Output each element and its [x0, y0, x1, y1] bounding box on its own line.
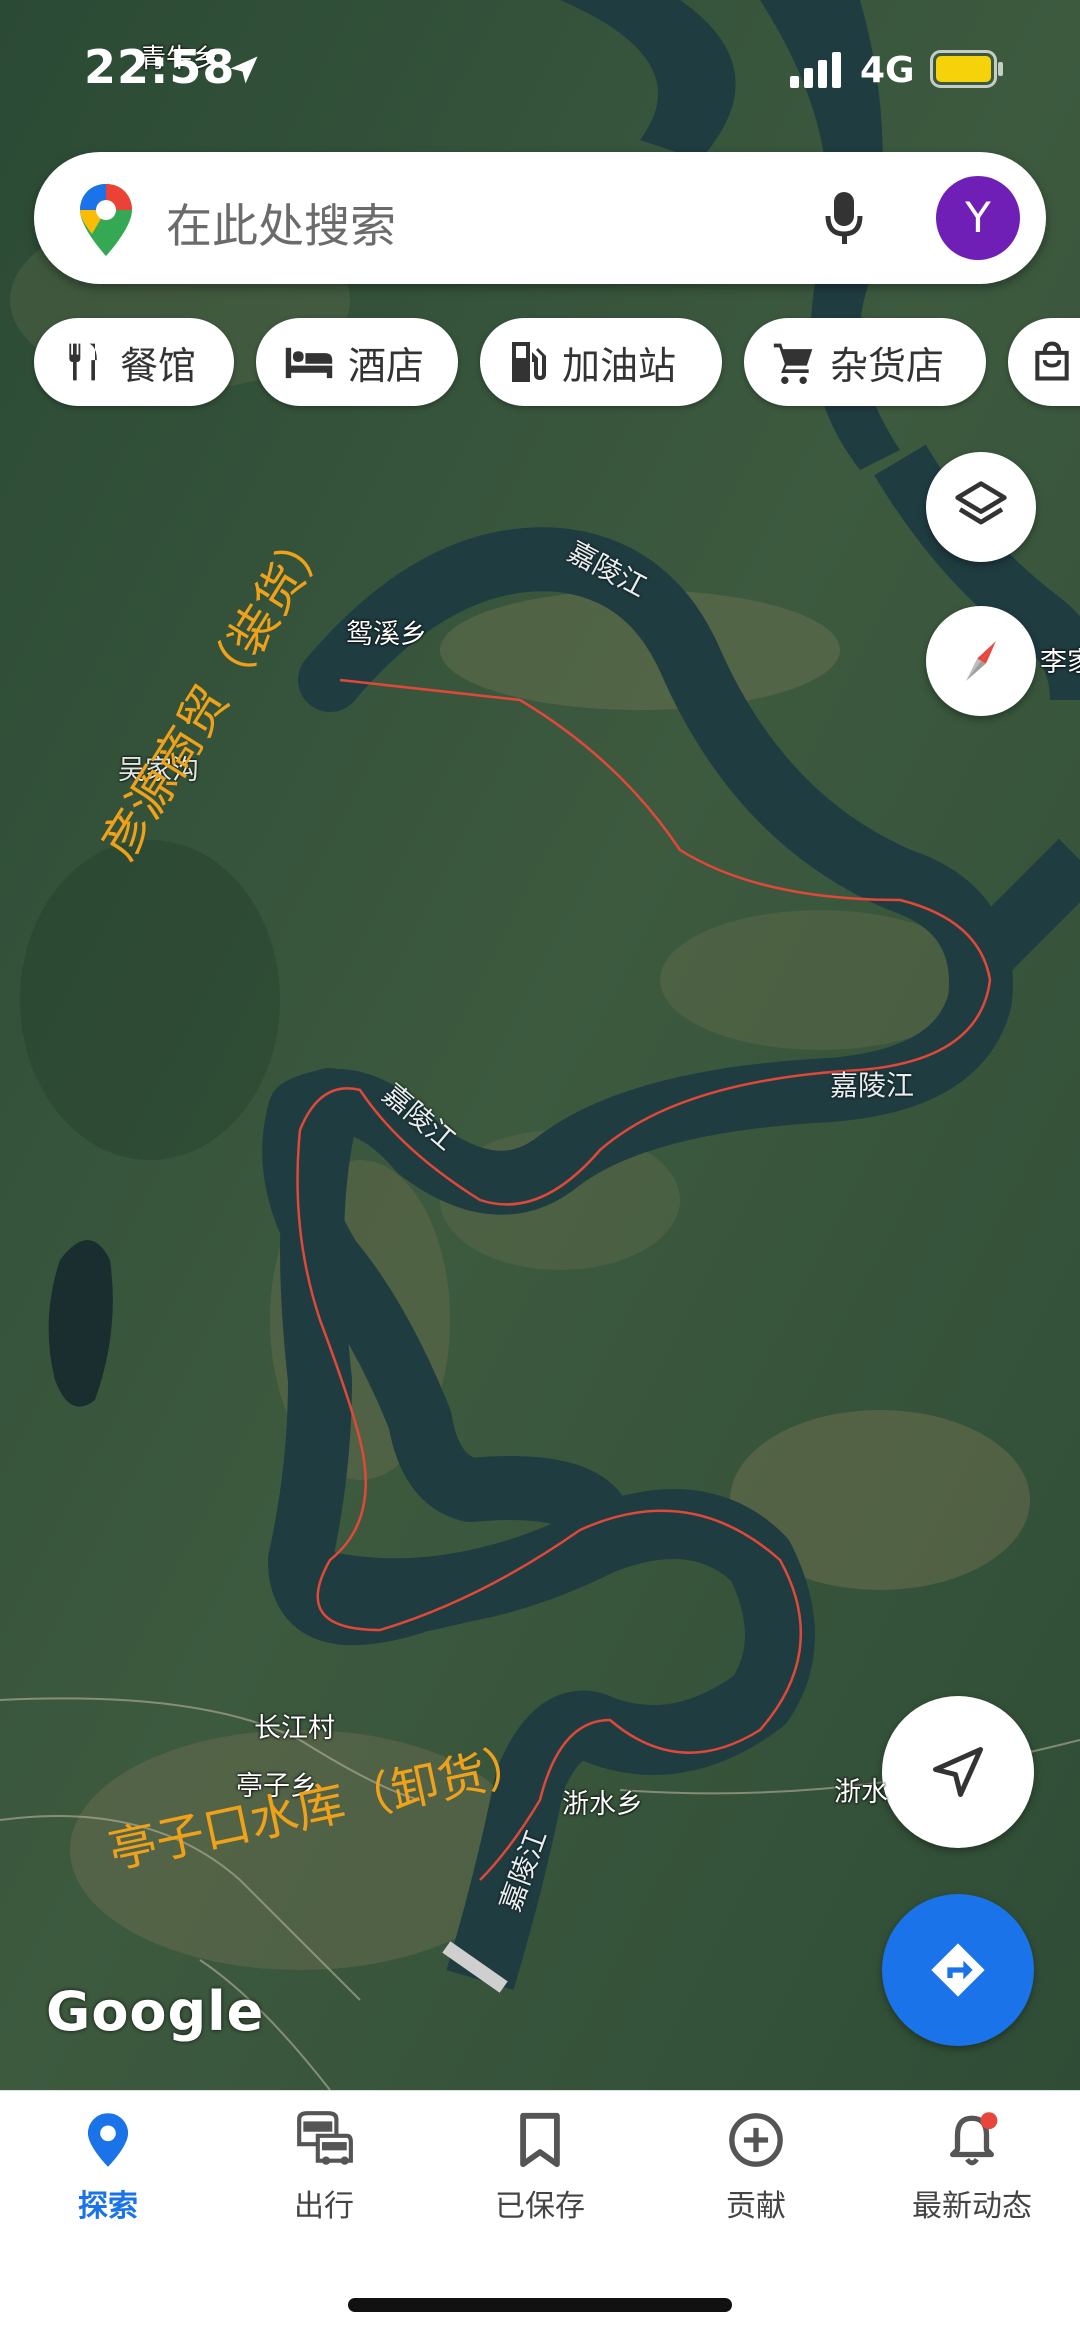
account-avatar[interactable]: Y — [936, 176, 1020, 260]
google-maps-pin-icon — [80, 184, 132, 256]
nav-label: 已保存 — [495, 2189, 585, 2224]
nav-label: 探索 — [78, 2189, 138, 2224]
chip-groceries[interactable]: 杂货店 — [744, 318, 986, 406]
map-label-changjiang-village: 长江村 — [254, 1713, 335, 1744]
compass-icon — [966, 641, 996, 681]
nav-label: 贡献 — [726, 2189, 786, 2224]
layers-button[interactable] — [926, 452, 1036, 562]
map-label-yuanxi: 鸳溪乡 — [346, 619, 427, 650]
google-logo: Google — [46, 1980, 265, 2043]
chip-label: 餐馆 — [120, 343, 197, 388]
restaurant-icon — [69, 343, 97, 381]
layers-icon — [955, 481, 1007, 525]
nav-label: 出行 — [294, 2189, 354, 2224]
compass-button[interactable] — [926, 606, 1036, 716]
microphone-icon[interactable] — [824, 190, 864, 246]
chip-hotels[interactable]: 酒店 — [256, 318, 458, 406]
network-type: 4G — [860, 50, 915, 91]
hotel-icon — [285, 347, 333, 379]
nav-updates[interactable]: 最新动态 — [864, 2111, 1080, 2225]
chip-label: 杂货店 — [830, 343, 945, 388]
explore-pin-icon — [87, 2113, 129, 2167]
directions-icon — [931, 1943, 985, 1997]
shopping-bag-icon — [1035, 341, 1069, 381]
river-label: 嘉陵江 — [830, 1069, 915, 1102]
map-label-zheshui: 浙水乡 — [562, 1789, 643, 1820]
search-bar[interactable]: 在此处搜索 Y — [34, 152, 1046, 284]
map-label-lijia: 李家 — [1040, 647, 1080, 678]
directions-button[interactable] — [882, 1894, 1034, 2046]
navigation-arrow-icon — [933, 1747, 983, 1797]
signal-icon — [790, 52, 841, 88]
chip-label: 加油站 — [562, 343, 677, 388]
add-circle-icon — [729, 2113, 783, 2167]
gas-station-icon — [512, 342, 546, 382]
satellite-map[interactable]: 青牛乡 22:58 4G 在此处搜索 Y 餐馆 酒店 加油站 杂货店 鸳溪乡 吴… — [0, 0, 1080, 2090]
status-time: 22:58 — [84, 40, 236, 94]
map-label-zheshui-east: 浙水 — [834, 1777, 888, 1808]
nav-contribute[interactable]: 贡献 — [648, 2111, 864, 2225]
bookmark-icon — [520, 2112, 560, 2168]
chip-label: 酒店 — [348, 343, 425, 388]
nav-label: 最新动态 — [912, 2189, 1032, 2224]
chip-shopping[interactable] — [1008, 318, 1080, 406]
shopping-cart-icon — [773, 343, 813, 384]
battery-icon — [930, 50, 1003, 88]
commute-icon — [297, 2111, 353, 2165]
status-bar: 青牛乡 22:58 4G — [0, 0, 1080, 140]
search-input[interactable]: 在此处搜索 — [166, 190, 396, 256]
location-arrow-icon — [230, 56, 258, 84]
nav-explore[interactable]: 探索 — [0, 2111, 216, 2225]
home-indicator[interactable] — [348, 2298, 732, 2312]
notification-bell-icon — [950, 2112, 998, 2166]
nav-saved[interactable]: 已保存 — [432, 2111, 648, 2225]
category-chips: 餐馆 酒店 加油站 杂货店 — [34, 318, 1080, 408]
chip-gas-stations[interactable]: 加油站 — [480, 318, 722, 406]
chip-restaurants[interactable]: 餐馆 — [34, 318, 234, 406]
my-location-button[interactable] — [882, 1696, 1034, 1848]
nav-commute[interactable]: 出行 — [216, 2111, 432, 2225]
